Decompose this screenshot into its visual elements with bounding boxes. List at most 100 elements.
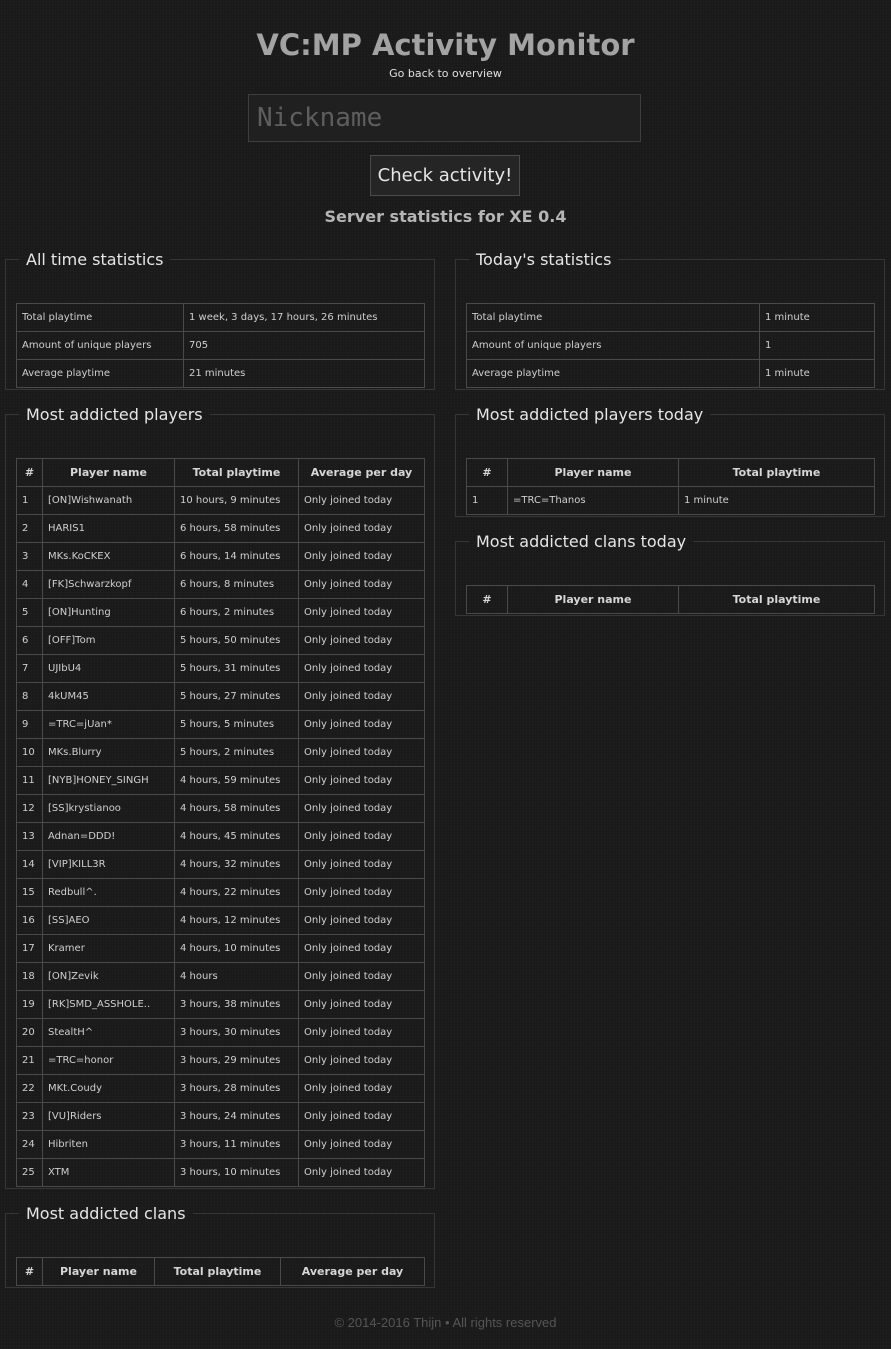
table-row: 10 MKs.Blurry 5 hours, 2 minutes Only joine… [16, 738, 425, 767]
table-header-row: # Player name Total playtime [466, 458, 875, 487]
table-row: 3 MKs.KoCKEX 6 hours, 14 minutes Only joine… [16, 542, 425, 571]
table-row: 1 [ON]Wishwanath 10 hours, 9 minutes Only j… [16, 486, 425, 515]
rank-cell: 12 [16, 794, 43, 823]
most-addicted-clans-panel: Most addicted clans # Player name Total pl… [5, 1204, 435, 1288]
most-addicted-clans-today-panel: Most addicted clans today # Player name To… [455, 532, 885, 616]
nickname-input[interactable] [248, 94, 641, 142]
average-per-day-cell: Only joined today [298, 766, 425, 795]
stat-row: Amount of unique players 1 [466, 331, 875, 360]
average-per-day-cell: Only joined today [298, 542, 425, 571]
total-playtime-cell: 4 hours, 22 minutes [174, 878, 299, 907]
average-per-day-column-header: Average per day [280, 1257, 425, 1286]
table-row: 14 [VIP]KILL3R 4 hours, 32 minutes Only joi… [16, 850, 425, 879]
all-time-statistics-table: Total playtime 1 week, 3 days, 17 hours, … [16, 303, 425, 388]
average-per-day-cell: Only joined today [298, 1102, 425, 1131]
panel-title: Most addicted clans today [476, 532, 687, 551]
table-row: 12 [SS]krystianoo 4 hours, 58 minutes Only … [16, 794, 425, 823]
average-per-day-cell: Only joined today [298, 822, 425, 851]
stat-row: Average playtime 21 minutes [16, 359, 425, 388]
table-header-row: # Player name Total playtime [466, 585, 875, 614]
table-row: 18 [ON]Zevik 4 hours Only joined today [16, 962, 425, 991]
player-name-cell: [NYB]HONEY_SINGH [42, 766, 175, 795]
rank-cell: 17 [16, 934, 43, 963]
table-row: 17 Kramer 4 hours, 10 minutes Only joined t… [16, 934, 425, 963]
player-name-cell: Kramer [42, 934, 175, 963]
average-per-day-cell: Only joined today [298, 570, 425, 599]
check-activity-button[interactable]: Check activity! [370, 155, 520, 196]
table-row: 9 =TRC=jUan* 5 hours, 5 minutes Only joined… [16, 710, 425, 739]
player-name-cell: [FK]Schwarzkopf [42, 570, 175, 599]
panel-title: Most addicted players today [476, 405, 704, 424]
average-per-day-cell: Only joined today [298, 1046, 425, 1075]
average-per-day-cell: Only joined today [298, 1130, 425, 1159]
rank-cell: 9 [16, 710, 43, 739]
rank-column-header: # [16, 458, 43, 487]
total-playtime-cell: 1 minute [678, 486, 875, 515]
rank-cell: 1 [466, 486, 508, 515]
rank-cell: 20 [16, 1018, 43, 1047]
rank-cell: 4 [16, 570, 43, 599]
rank-cell: 7 [16, 654, 43, 683]
rank-cell: 21 [16, 1046, 43, 1075]
player-name-cell: HARIS1 [42, 514, 175, 543]
table-row: 6 [OFF]Tom 5 hours, 50 minutes Only joined … [16, 626, 425, 655]
stat-label: Average playtime [466, 359, 760, 388]
total-playtime-cell: 4 hours, 58 minutes [174, 794, 299, 823]
most-addicted-clans-table: # Player name Total playtime Average per da… [16, 1257, 425, 1286]
average-per-day-column-header: Average per day [298, 458, 425, 487]
table-row: 21 =TRC=honor 3 hours, 29 minutes Only join… [16, 1046, 425, 1075]
total-playtime-cell: 4 hours [174, 962, 299, 991]
total-playtime-cell: 5 hours, 5 minutes [174, 710, 299, 739]
stat-value: 705 [183, 331, 425, 360]
table-row: 25 XTM 3 hours, 10 minutes Only joined toda… [16, 1158, 425, 1187]
table-row: 24 Hibriten 3 hours, 11 minutes Only joined… [16, 1130, 425, 1159]
todays-statistics-table: Total playtime 1 minute Amount of unique p… [466, 303, 875, 388]
rank-cell: 14 [16, 850, 43, 879]
average-per-day-cell: Only joined today [298, 1158, 425, 1187]
rank-column-header: # [466, 458, 508, 487]
total-playtime-cell: 3 hours, 29 minutes [174, 1046, 299, 1075]
rank-cell: 2 [16, 514, 43, 543]
average-per-day-cell: Only joined today [298, 906, 425, 935]
player-name-cell: Adnan=DDD! [42, 822, 175, 851]
most-addicted-players-today-panel: Most addicted players today # Player name… [455, 405, 885, 517]
rank-cell: 15 [16, 878, 43, 907]
table-row: 13 Adnan=DDD! 4 hours, 45 minutes Only join… [16, 822, 425, 851]
total-playtime-column-header: Total playtime [174, 458, 299, 487]
player-name-cell: [RK]SMD_ASSHOLE.. [42, 990, 175, 1019]
total-playtime-cell: 4 hours, 59 minutes [174, 766, 299, 795]
table-row: 23 [VU]Riders 3 hours, 24 minutes Only join… [16, 1102, 425, 1131]
average-per-day-cell: Only joined today [298, 738, 425, 767]
stat-row: Average playtime 1 minute [466, 359, 875, 388]
most-addicted-players-table: # Player name Total playtime Average per da… [16, 458, 425, 1187]
total-playtime-cell: 3 hours, 10 minutes [174, 1158, 299, 1187]
total-playtime-cell: 5 hours, 2 minutes [174, 738, 299, 767]
table-row: 5 [ON]Hunting 6 hours, 2 minutes Only joine… [16, 598, 425, 627]
panel-title: Most addicted clans [26, 1204, 186, 1223]
rank-column-header: # [466, 585, 508, 614]
rank-cell: 5 [16, 598, 43, 627]
player-name-cell: =TRC=jUan* [42, 710, 175, 739]
rank-cell: 10 [16, 738, 43, 767]
total-playtime-cell: 4 hours, 45 minutes [174, 822, 299, 851]
total-playtime-cell: 4 hours, 10 minutes [174, 934, 299, 963]
rank-cell: 24 [16, 1130, 43, 1159]
rank-cell: 22 [16, 1074, 43, 1103]
table-row: 8 4kUM45 5 hours, 27 minutes Only joined to… [16, 682, 425, 711]
table-header-row: # Player name Total playtime Average per da… [16, 458, 425, 487]
table-row: 19 [RK]SMD_ASSHOLE.. 3 hours, 38 minutes On… [16, 990, 425, 1019]
rank-cell: 25 [16, 1158, 43, 1187]
player-name-cell: [ON]Zevik [42, 962, 175, 991]
table-row: 20 StealtH^ 3 hours, 30 minutes Only joined… [16, 1018, 425, 1047]
stat-label: Average playtime [16, 359, 184, 388]
rank-column-header: # [16, 1257, 43, 1286]
total-playtime-cell: 5 hours, 27 minutes [174, 682, 299, 711]
back-to-overview-link[interactable]: Go back to overview [0, 67, 891, 80]
player-name-cell: [ON]Wishwanath [42, 486, 175, 515]
panel-title: All time statistics [26, 250, 164, 269]
player-name-cell: [VU]Riders [42, 1102, 175, 1131]
player-name-cell: [SS]AEO [42, 906, 175, 935]
total-playtime-column-header: Total playtime [154, 1257, 281, 1286]
table-row: 4 [FK]Schwarzkopf 6 hours, 8 minutes Only j… [16, 570, 425, 599]
total-playtime-cell: 4 hours, 32 minutes [174, 850, 299, 879]
